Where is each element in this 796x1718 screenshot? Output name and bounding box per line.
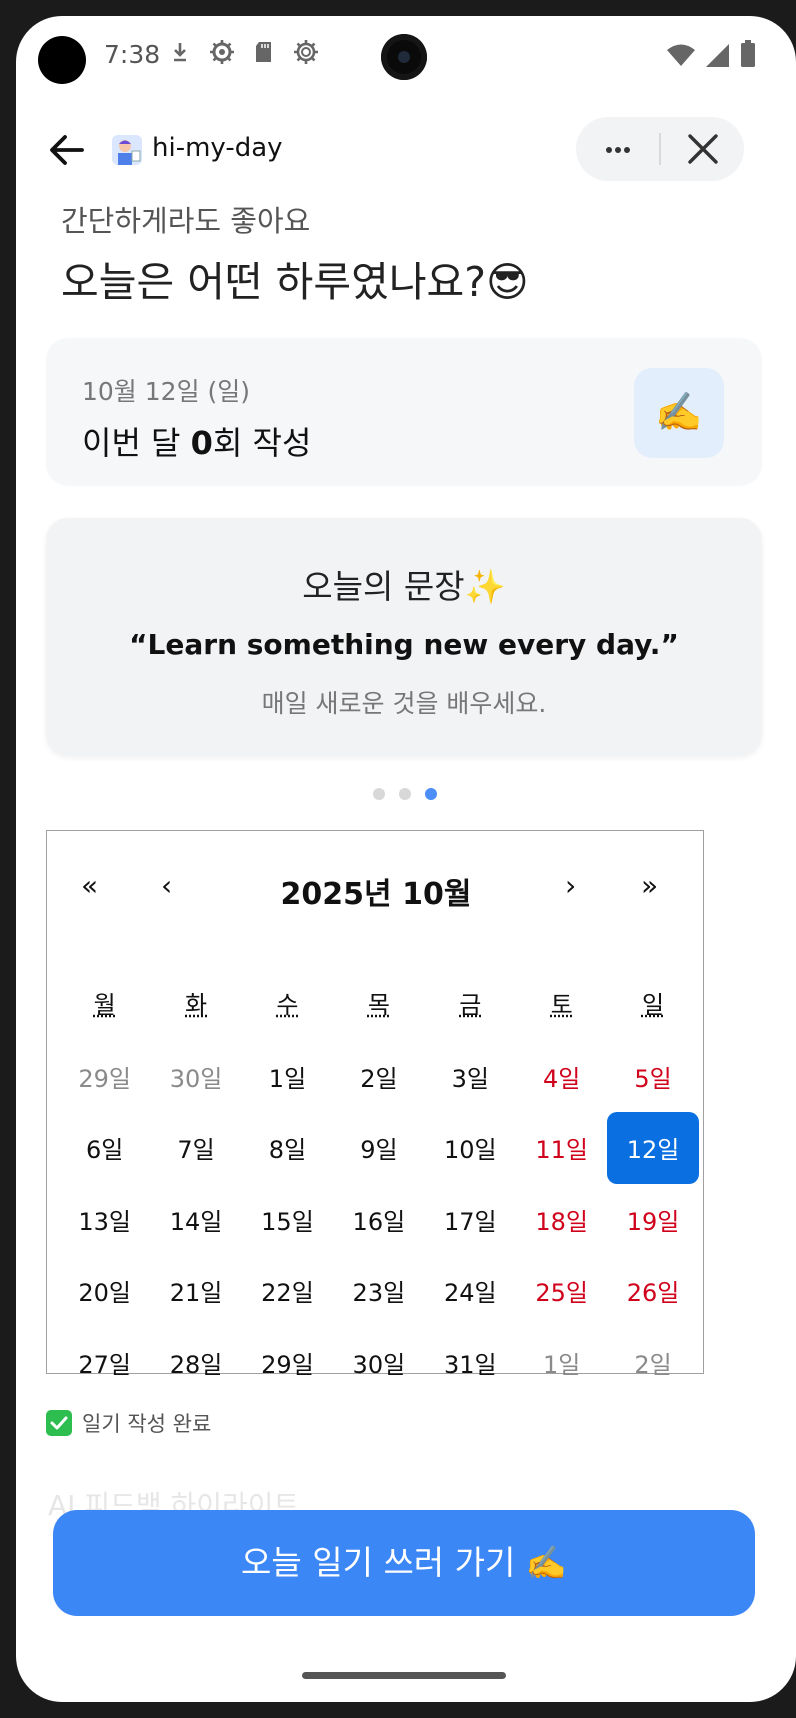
status-icons-right — [666, 40, 756, 68]
actions-divider — [659, 133, 661, 165]
weekday-header: 수 — [276, 991, 299, 1019]
greeting-title: 오늘은 어떤 하루였나요?😎 — [61, 258, 529, 306]
greeting-subtitle: 간단하게라도 좋아요 — [61, 204, 311, 238]
front-camera-cutout — [38, 36, 86, 84]
calendar-day[interactable]: 15일 — [242, 1184, 333, 1256]
calendar-day[interactable]: 8일 — [242, 1112, 333, 1184]
calendar-day[interactable]: 19일 — [607, 1184, 698, 1256]
write-diary-button[interactable]: 오늘 일기 쓰러 가기 ✍️ — [53, 1510, 755, 1616]
close-icon — [688, 134, 718, 164]
calendar-day[interactable]: 4일 — [516, 1041, 607, 1113]
calendar-day[interactable]: 23일 — [333, 1255, 424, 1327]
phone-screen: 7:38 hi-my-day 간단하게라도 좋아요 오늘은 어떤 하루였나요?😎… — [16, 16, 796, 1702]
calendar-day[interactable]: 7일 — [150, 1112, 241, 1184]
calendar-legend: 일기 작성 완료 — [46, 1408, 211, 1438]
pagination-dot-active[interactable] — [425, 788, 437, 800]
download-icon — [174, 43, 186, 62]
calendar-day[interactable]: 1일 — [516, 1327, 607, 1399]
calendar-day[interactable]: 30일 — [150, 1041, 241, 1113]
calendar-day[interactable]: 28일 — [150, 1327, 241, 1399]
quote-title: 오늘의 문장✨ — [302, 567, 506, 606]
app-actions-pill — [576, 117, 744, 181]
settings-gear-icon — [210, 40, 234, 64]
status-time: 7:38 — [104, 40, 161, 69]
calendar-grid: 월 화 수 목 금 토 일 29일 30일 1일 2일 3일 4일 5일 6일 7일 8일 9일 10일 11일 12일… — [59, 969, 699, 1398]
more-dot-icon — [606, 147, 612, 153]
back-arrow-icon[interactable] — [44, 127, 90, 173]
sd-card-icon — [256, 42, 271, 62]
calendar-day[interactable]: 1일 — [242, 1041, 333, 1113]
pagination-dot[interactable] — [373, 788, 385, 800]
app-logo-icon — [112, 135, 142, 165]
weekday-header: 일 — [641, 991, 665, 1019]
next-year-button[interactable]: » — [641, 869, 658, 902]
more-dot-icon — [624, 147, 630, 153]
status-bar: 7:38 — [16, 16, 796, 96]
calendar-day[interactable]: 22일 — [242, 1255, 333, 1327]
calendar-day[interactable]: 29일 — [59, 1041, 150, 1113]
today-date: 10월 12일 (일) — [82, 377, 251, 406]
calendar-day[interactable]: 14일 — [150, 1184, 241, 1256]
monthly-summary-card: 10월 12일 (일) 이번 달 0회 작성 ✍️ — [46, 338, 762, 486]
calendar-day[interactable]: 11일 — [516, 1112, 607, 1184]
calendar-day[interactable]: 30일 — [333, 1327, 424, 1399]
calendar-day[interactable]: 26일 — [607, 1255, 698, 1327]
weekday-header: 목 — [367, 991, 390, 1019]
calendar-day[interactable]: 16일 — [333, 1184, 424, 1256]
camera-lens — [381, 34, 427, 80]
debug-gear-icon — [294, 40, 318, 64]
calendar-day-selected[interactable]: 12일 — [607, 1112, 699, 1184]
write-diary-shortcut[interactable]: ✍️ — [634, 368, 724, 458]
pagination-dot[interactable] — [399, 788, 411, 800]
calendar-month-label[interactable]: 2025년 10월 — [47, 869, 705, 913]
app-title: hi-my-day — [152, 133, 283, 163]
calendar-day[interactable]: 25일 — [516, 1255, 607, 1327]
status-icons-left — [166, 38, 320, 66]
calendar-day[interactable]: 24일 — [425, 1255, 516, 1327]
calendar-day[interactable]: 10일 — [425, 1112, 516, 1184]
calendar-day[interactable]: 9일 — [333, 1112, 424, 1184]
writing-hand-icon: ✍️ — [655, 390, 703, 434]
calendar-day[interactable]: 6일 — [59, 1112, 150, 1184]
close-button[interactable] — [662, 117, 744, 181]
calendar-day[interactable]: 29일 — [242, 1327, 333, 1399]
weekday-header: 토 — [550, 991, 573, 1019]
calendar-day[interactable]: 2일 — [607, 1327, 698, 1399]
count-suffix: 회 작성 — [212, 424, 312, 462]
signal-icon — [706, 44, 729, 67]
monthly-count-text: 이번 달 0회 작성 — [82, 418, 311, 464]
next-month-button[interactable]: › — [565, 869, 576, 902]
quote-english: “Learn something new every day.” — [129, 628, 679, 661]
quote-pagination — [373, 788, 437, 800]
count-prefix: 이번 달 — [82, 424, 191, 462]
calendar-day[interactable]: 3일 — [425, 1041, 516, 1113]
more-dot-icon — [615, 147, 621, 153]
count-value: 0 — [190, 424, 213, 462]
weekday-header: 월 — [93, 991, 116, 1019]
calendar-day[interactable]: 18일 — [516, 1184, 607, 1256]
calendar-day[interactable]: 2일 — [333, 1041, 424, 1113]
weekday-header: 금 — [459, 991, 482, 1019]
more-options-button[interactable] — [576, 117, 658, 181]
calendar-day[interactable]: 5일 — [607, 1041, 698, 1113]
daily-quote-card[interactable]: 오늘의 문장✨ “Learn something new every day.”… — [46, 518, 762, 756]
weekday-header: 화 — [185, 991, 208, 1019]
calendar: « ‹ 2025년 10월 › » 월 화 수 목 금 토 일 29일 30일 1일 2일 3일 4일 5… — [46, 830, 705, 1379]
calendar-day[interactable]: 13일 — [59, 1184, 150, 1256]
home-indicator[interactable] — [302, 1672, 506, 1679]
calendar-day[interactable]: 31일 — [425, 1327, 516, 1399]
check-mark-icon — [46, 1410, 72, 1436]
wifi-icon — [667, 44, 695, 66]
calendar-day[interactable]: 21일 — [150, 1255, 241, 1327]
calendar-day[interactable]: 27일 — [59, 1327, 150, 1399]
calendar-day[interactable]: 20일 — [59, 1255, 150, 1327]
quote-korean: 매일 새로운 것을 배우세요. — [261, 689, 547, 718]
battery-icon — [741, 40, 755, 67]
app-bar: hi-my-day — [16, 111, 796, 191]
calendar-day[interactable]: 17일 — [425, 1184, 516, 1256]
legend-label: 일기 작성 완료 — [82, 1412, 212, 1436]
